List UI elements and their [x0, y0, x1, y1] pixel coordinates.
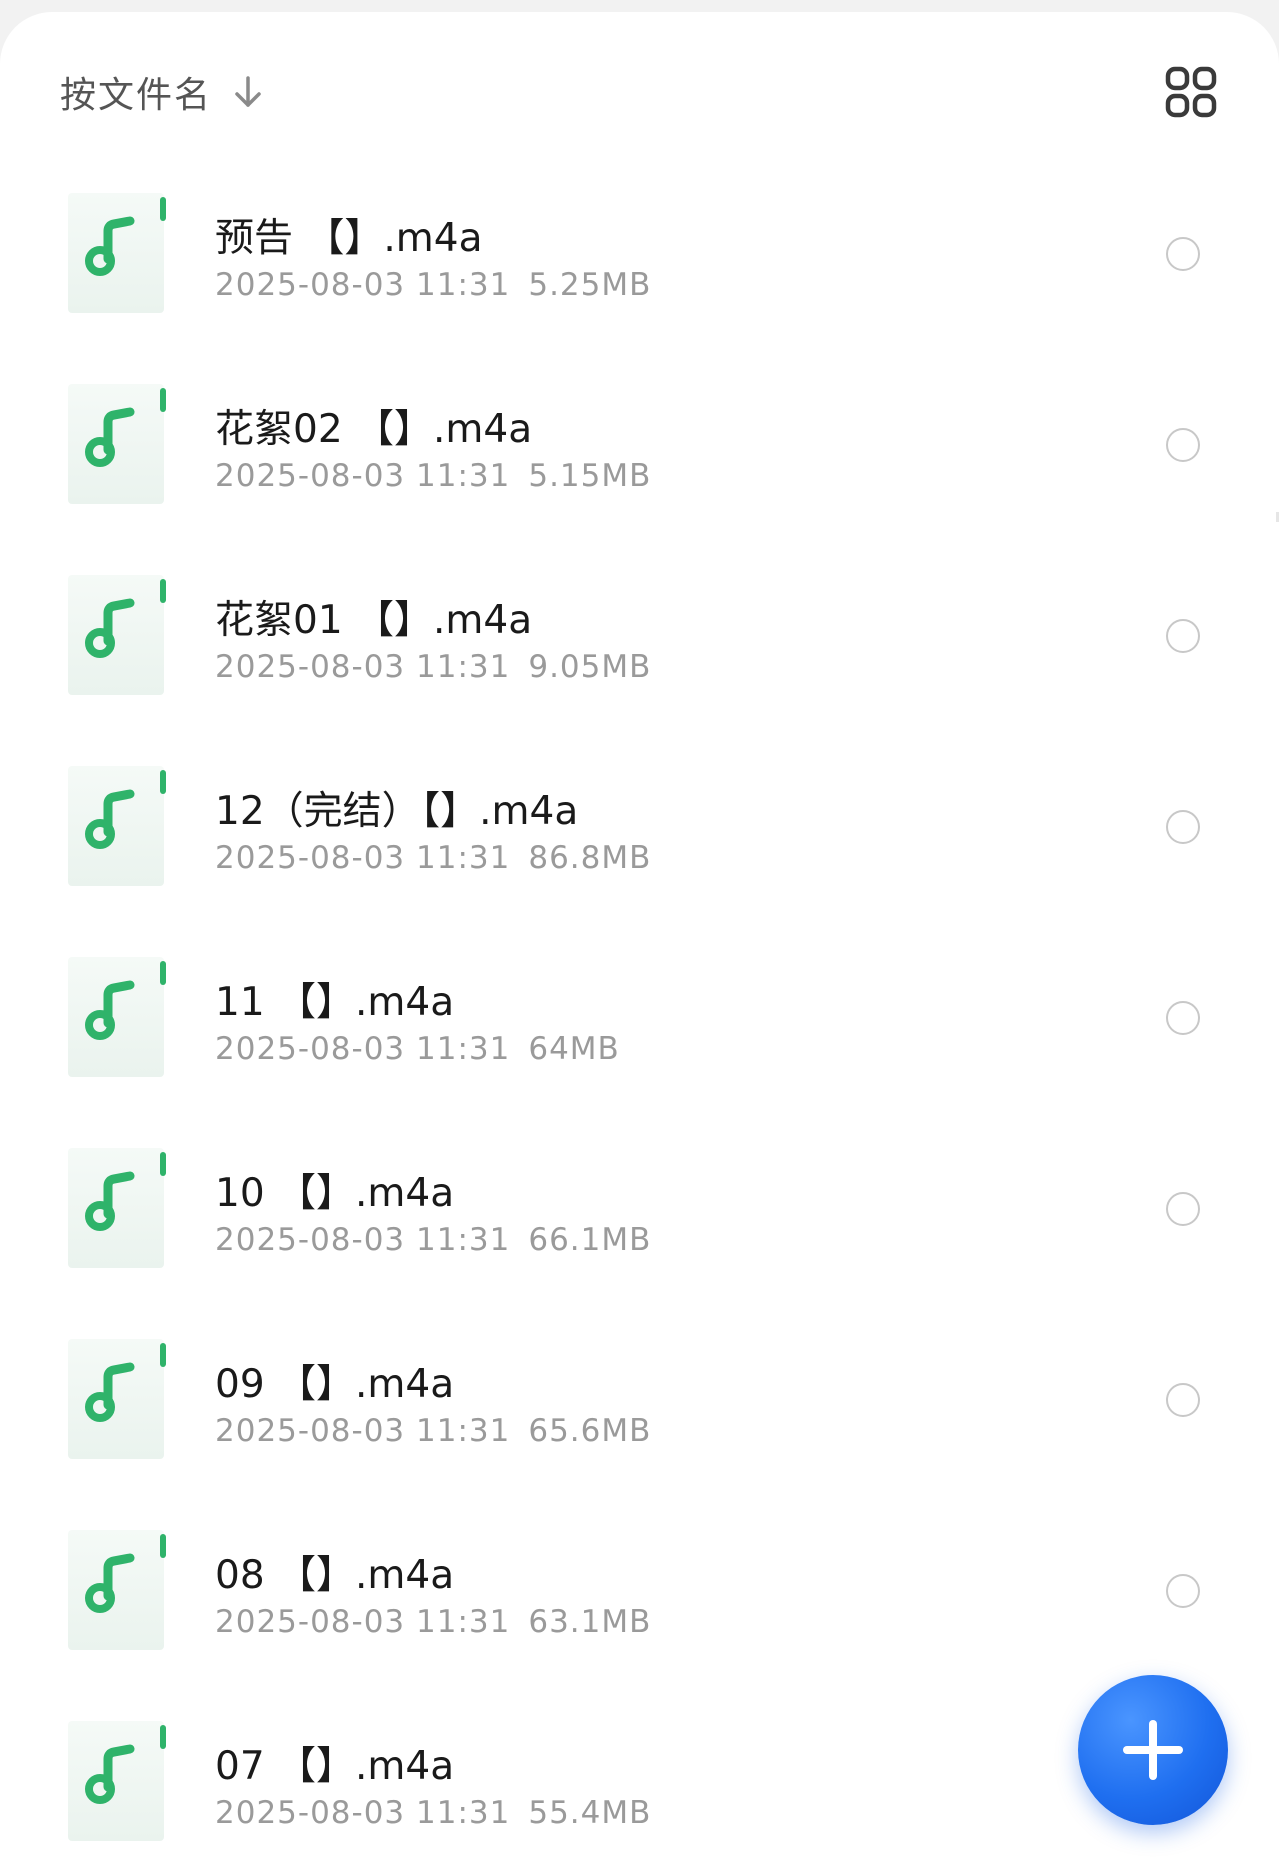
audio-file-icon — [68, 1148, 170, 1268]
file-size: 55.4MB — [528, 1795, 652, 1831]
audio-file-icon — [68, 1721, 170, 1841]
file-date: 2025-08-03 11:31 — [215, 649, 511, 685]
file-date: 2025-08-03 11:31 — [215, 840, 511, 876]
select-radio[interactable] — [1166, 237, 1200, 271]
arrow-down-icon — [230, 72, 266, 112]
file-date: 2025-08-03 11:31 — [215, 1604, 511, 1640]
audio-file-icon — [68, 384, 170, 504]
file-name: 花絮02 【】.m4a — [215, 407, 533, 452]
file-size: 9.05MB — [528, 649, 652, 685]
file-name: 花絮01 【】.m4a — [215, 598, 533, 643]
file-size: 66.1MB — [528, 1222, 652, 1258]
file-meta: 2025-08-03 11:31 55.4MB — [215, 1795, 651, 1831]
file-name: 09 【】.m4a — [215, 1362, 455, 1407]
file-date: 2025-08-03 11:31 — [215, 267, 511, 303]
file-row[interactable]: 08 【】.m4a 2025-08-03 11:31 63.1MB — [0, 1504, 1279, 1695]
select-radio[interactable] — [1166, 810, 1200, 844]
audio-file-icon — [68, 193, 170, 313]
file-name: 08 【】.m4a — [215, 1553, 455, 1598]
toolbar: 按文件名 — [0, 12, 1279, 152]
select-radio[interactable] — [1166, 619, 1200, 653]
audio-file-icon — [68, 1339, 170, 1459]
file-meta: 2025-08-03 11:31 66.1MB — [215, 1222, 651, 1258]
audio-file-icon — [68, 1530, 170, 1650]
audio-file-icon — [68, 575, 170, 695]
file-size: 64MB — [528, 1031, 620, 1067]
file-date: 2025-08-03 11:31 — [215, 458, 511, 494]
file-row[interactable]: 11 【】.m4a 2025-08-03 11:31 64MB — [0, 931, 1279, 1122]
file-name: 预告 【】.m4a — [215, 216, 483, 261]
file-row[interactable]: 12（完结）【】.m4a 2025-08-03 11:31 86.8MB — [0, 740, 1279, 931]
file-row[interactable]: 花絮01 【】.m4a 2025-08-03 11:31 9.05MB — [0, 549, 1279, 740]
file-meta: 2025-08-03 11:31 9.05MB — [215, 649, 651, 685]
add-button[interactable] — [1078, 1675, 1228, 1825]
select-radio[interactable] — [1166, 1383, 1200, 1417]
file-row[interactable]: 10 【】.m4a 2025-08-03 11:31 66.1MB — [0, 1122, 1279, 1313]
audio-file-icon — [68, 766, 170, 886]
file-row[interactable]: 预告 【】.m4a 2025-08-03 11:31 5.25MB — [0, 167, 1279, 358]
file-meta: 2025-08-03 11:31 86.8MB — [215, 840, 651, 876]
file-name: 12（完结）【】.m4a — [215, 789, 579, 834]
file-meta: 2025-08-03 11:31 5.15MB — [215, 458, 651, 494]
select-radio[interactable] — [1166, 1192, 1200, 1226]
file-date: 2025-08-03 11:31 — [215, 1795, 511, 1831]
file-size: 65.6MB — [528, 1413, 652, 1449]
file-meta: 2025-08-03 11:31 64MB — [215, 1031, 620, 1067]
sort-label: 按文件名 — [60, 75, 213, 116]
audio-file-icon — [68, 957, 170, 1077]
file-row[interactable]: 花絮02 【】.m4a 2025-08-03 11:31 5.15MB — [0, 358, 1279, 549]
file-size: 5.25MB — [528, 267, 652, 303]
file-meta: 2025-08-03 11:31 63.1MB — [215, 1604, 651, 1640]
select-radio[interactable] — [1166, 1001, 1200, 1035]
select-radio[interactable] — [1166, 1574, 1200, 1608]
file-list: 预告 【】.m4a 2025-08-03 11:31 5.25MB 花絮02 【】… — [0, 167, 1279, 1862]
file-row[interactable]: 09 【】.m4a 2025-08-03 11:31 65.6MB — [0, 1313, 1279, 1504]
select-radio[interactable] — [1166, 428, 1200, 462]
file-date: 2025-08-03 11:31 — [215, 1413, 511, 1449]
file-name: 07 【】.m4a — [215, 1744, 455, 1789]
file-list-sheet: 按文件名 预告 【】.m4a 2025-08-03 11:31 5.25MB 花… — [0, 12, 1279, 1862]
grid-view-icon[interactable] — [1165, 66, 1217, 118]
sort-button[interactable]: 按文件名 — [60, 52, 266, 132]
plus-icon-stroke — [1149, 1720, 1157, 1780]
file-size: 63.1MB — [528, 1604, 652, 1640]
file-name: 10 【】.m4a — [215, 1171, 455, 1216]
file-size: 5.15MB — [528, 458, 652, 494]
file-name: 11 【】.m4a — [215, 980, 455, 1025]
file-date: 2025-08-03 11:31 — [215, 1031, 511, 1067]
file-meta: 2025-08-03 11:31 5.25MB — [215, 267, 651, 303]
file-size: 86.8MB — [528, 840, 652, 876]
file-meta: 2025-08-03 11:31 65.6MB — [215, 1413, 651, 1449]
file-date: 2025-08-03 11:31 — [215, 1222, 511, 1258]
